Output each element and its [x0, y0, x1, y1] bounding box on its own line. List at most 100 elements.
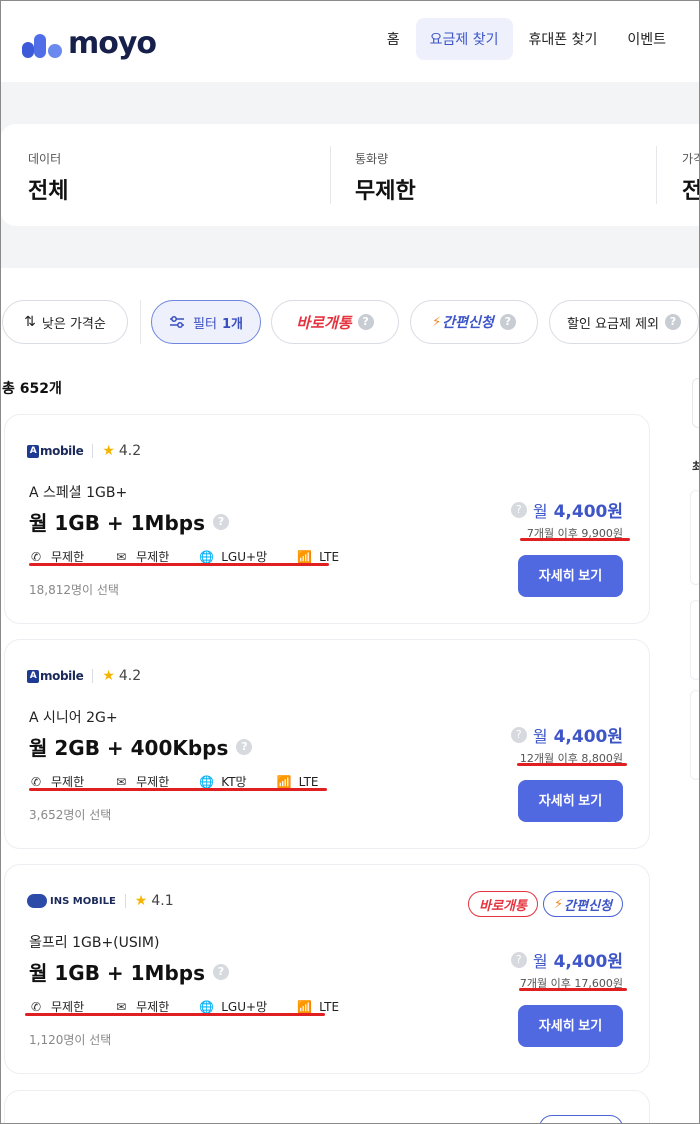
plan-title: 월 1GB + 1Mbps?: [29, 507, 229, 536]
filter-chip-label: 필터: [193, 316, 217, 332]
globe-icon: 🌐: [199, 774, 215, 789]
nav-phone-search[interactable]: 휴대폰 찾기: [515, 18, 612, 60]
help-icon[interactable]: ?: [236, 738, 253, 755]
summary-price[interactable]: 가격 전: [682, 150, 700, 205]
help-icon: ?: [357, 314, 374, 330]
plan-name: 올프리 1GB+(USIM): [29, 935, 160, 951]
carrier-logo: Amobile: [27, 669, 84, 683]
sliders-icon: [170, 316, 185, 328]
mail-icon: ✉: [116, 774, 127, 789]
easy-apply-chip[interactable]: ⚡ 간편신청 ?: [410, 300, 538, 344]
summary-data[interactable]: 데이터 전체: [28, 150, 68, 205]
easy-apply-label: 간편신청: [442, 315, 494, 331]
highlight-underline: [29, 788, 327, 791]
instant-open-label: 바로개통: [296, 313, 352, 332]
summary-divider: [330, 146, 331, 204]
star-icon: ★: [134, 893, 148, 909]
detail-button[interactable]: 자세히 보기: [518, 555, 623, 597]
highlight-underline: [520, 538, 630, 541]
carrier-logo: Amobile: [27, 444, 84, 458]
easy-apply-tag-partial: [539, 1115, 623, 1124]
logo-mark-icon: [22, 30, 64, 58]
feature-type: LTE: [298, 774, 319, 789]
plan-card[interactable]: Amobile ★ 4.2 A 스페셜 1GB+ 월 1GB + 1Mbps? …: [4, 414, 650, 624]
feature-type: LTE: [319, 999, 340, 1014]
summary-data-value: 전체: [28, 179, 69, 204]
phone-icon: ✆: [30, 999, 42, 1014]
exclude-discount-label: 할인 요금제 제외: [567, 316, 659, 332]
detail-button[interactable]: 자세히 보기: [518, 780, 623, 822]
mail-icon: ✉: [116, 999, 127, 1014]
plan-name: A 스페셜 1GB+: [29, 485, 128, 501]
help-icon[interactable]: ?: [212, 963, 229, 980]
price-block: ? 월 4,400원: [510, 947, 623, 972]
plan-tags: 바로개통 ⚡ 간편신청: [463, 891, 623, 917]
side-panel-card: [690, 490, 700, 585]
top-header: moyo 홈 요금제 찾기 휴대폰 찾기 이벤트: [0, 0, 700, 82]
highlight-underline: [519, 988, 627, 991]
moyo-logo[interactable]: moyo: [22, 26, 157, 61]
price-block: ? 월 4,400원: [510, 722, 623, 747]
help-icon[interactable]: ?: [510, 726, 527, 743]
instant-open-chip[interactable]: 바로개통 ?: [271, 300, 399, 344]
mail-icon: ✉: [116, 549, 127, 564]
price-prefix: 월: [532, 501, 548, 521]
phone-icon: ✆: [30, 774, 42, 789]
carrier-logo: INS MOBILE: [27, 894, 116, 908]
sort-chip-label: 낮은 가격순: [41, 316, 106, 332]
nav-events[interactable]: 이벤트: [613, 18, 680, 60]
nav-plan-search[interactable]: 요금제 찾기: [415, 18, 513, 60]
monthly-price: 4,400원: [553, 727, 623, 747]
side-panel-fragment: [692, 378, 700, 428]
plan-card[interactable]: INS MOBILE ★ 4.1 바로개통 ⚡ 간편신청 올프리 1GB+(USI…: [4, 864, 650, 1074]
side-panel-card: [690, 600, 700, 680]
filter-chip-bar: ⇅ 낮은 가격순 필터 1개 바로개통 ? ⚡ 간편신청 ? 할인 요금제 제외…: [0, 300, 700, 344]
detail-button[interactable]: 자세히 보기: [518, 1005, 623, 1047]
carrier-info: Amobile ★ 4.2: [27, 668, 141, 684]
star-icon: ★: [102, 668, 115, 684]
help-icon: ?: [665, 314, 681, 330]
monthly-price: 4,400원: [553, 502, 623, 522]
carrier-info: INS MOBILE ★ 4.1: [27, 893, 174, 909]
help-icon[interactable]: ?: [212, 513, 229, 530]
easy-apply-tag: ⚡ 간편신청: [543, 891, 623, 917]
selected-count: 3,652명이 선택: [29, 808, 112, 822]
side-panel-card: [690, 690, 700, 780]
plan-card-partial[interactable]: [4, 1090, 650, 1124]
summary-calls-label: 통화량: [355, 152, 389, 166]
bolt-icon: ⚡: [432, 314, 442, 330]
result-count: 총 652개: [2, 381, 62, 397]
help-icon[interactable]: ?: [510, 501, 527, 518]
sort-chip[interactable]: ⇅ 낮은 가격순: [2, 300, 128, 344]
filter-chip[interactable]: 필터 1개: [151, 300, 261, 344]
signal-icon: 📶: [297, 549, 313, 564]
feature-type: LTE: [319, 549, 340, 564]
summary-price-label: 가격: [682, 152, 700, 166]
carrier-rating: 4.1: [151, 893, 174, 909]
exclude-discount-chip[interactable]: 할인 요금제 제외 ?: [549, 300, 699, 344]
plan-card[interactable]: Amobile ★ 4.2 A 시니어 2G+ 월 2GB + 400Kbps?…: [4, 639, 650, 849]
help-icon[interactable]: ?: [510, 951, 527, 968]
globe-icon: 🌐: [199, 549, 215, 564]
side-panel-label: 최: [692, 460, 700, 474]
help-icon: ?: [499, 314, 516, 330]
summary-divider: [656, 146, 657, 204]
highlight-underline: [517, 763, 627, 766]
plan-condition-summary: 데이터 전체 통화량 무제한 가격 전: [0, 124, 700, 226]
price-block: ? 월 4,400원: [510, 497, 623, 522]
plan-name: A 시니어 2G+: [29, 710, 118, 726]
logo-text: moyo: [68, 26, 157, 61]
highlight-underline: [25, 1013, 325, 1016]
bolt-icon: ⚡: [554, 896, 564, 912]
carrier-rating: 4.2: [118, 668, 142, 684]
chip-divider: [140, 300, 141, 344]
price-prefix: 월: [532, 726, 548, 746]
nav-home[interactable]: 홈: [373, 18, 414, 60]
highlight-underline: [29, 563, 329, 566]
signal-icon: 📶: [276, 774, 292, 789]
summary-price-value: 전: [682, 179, 700, 204]
selected-count: 1,120명이 선택: [29, 1033, 112, 1047]
plan-title: 월 1GB + 1Mbps?: [29, 957, 229, 986]
summary-calls[interactable]: 통화량 무제한: [355, 150, 416, 205]
phone-icon: ✆: [30, 549, 42, 564]
